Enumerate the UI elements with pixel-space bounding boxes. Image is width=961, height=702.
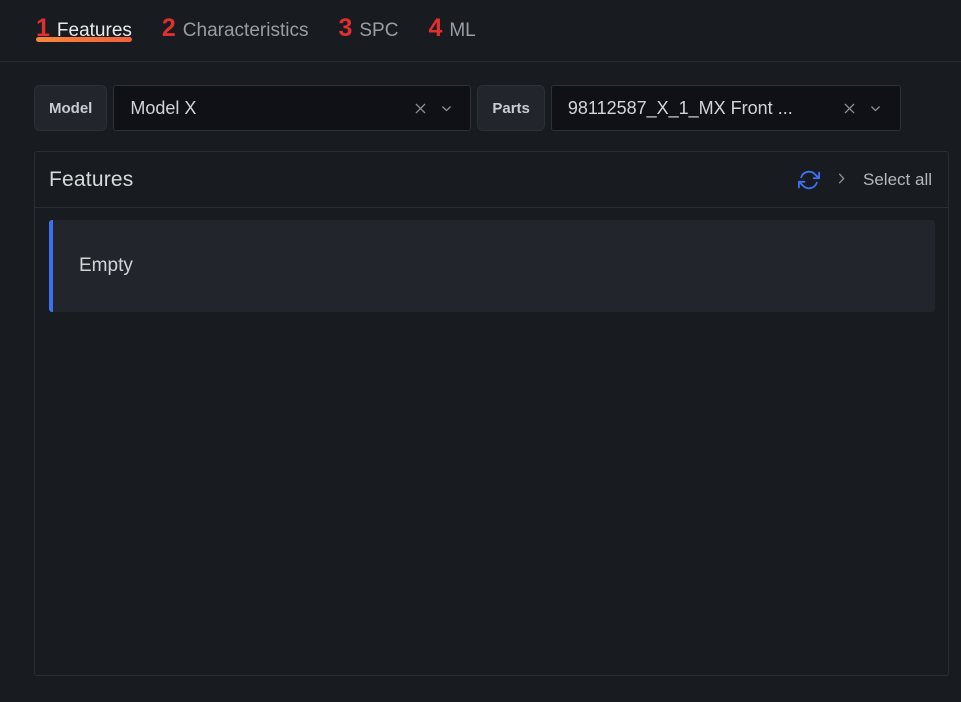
features-panel-header: Features Select all	[35, 152, 948, 208]
chevron-down-icon[interactable]	[434, 96, 458, 120]
model-select-value: Model X	[130, 97, 197, 118]
parts-selector-group: Parts 98112587_X_1_MX Front ...	[477, 85, 901, 131]
tab-number: 4	[428, 14, 443, 42]
filter-bar: Model Model X Parts 98112587_X_1_MX Fron…	[0, 62, 961, 131]
tab-label: Characteristics	[182, 20, 309, 41]
tab-number: 2	[161, 14, 176, 42]
list-item-label: Empty	[79, 255, 133, 276]
tab-features[interactable]: 1 Features	[34, 0, 146, 42]
chevron-right-icon[interactable]	[833, 171, 850, 189]
tab-label: SPC	[359, 20, 399, 41]
close-icon[interactable]	[408, 96, 432, 120]
refresh-icon[interactable]	[798, 169, 821, 191]
features-panel: Features Select all Empty	[34, 151, 949, 676]
chevron-down-icon[interactable]	[864, 96, 888, 120]
features-list: Empty	[35, 208, 948, 675]
model-selector-label: Model	[34, 85, 108, 131]
panel-title: Features	[49, 167, 134, 191]
parts-select-value: 98112587_X_1_MX Front ...	[567, 97, 793, 118]
parts-selector-label: Parts	[477, 85, 545, 131]
tab-number: 1	[36, 14, 50, 42]
parts-select[interactable]: 98112587_X_1_MX Front ...	[550, 85, 901, 131]
tab-label: Features	[56, 20, 132, 41]
model-select[interactable]: Model X	[113, 85, 472, 131]
close-icon[interactable]	[838, 96, 862, 120]
tab-number: 3	[338, 14, 353, 42]
tab-spc[interactable]: 3 SPC	[336, 0, 412, 41]
panel-actions: Select all	[798, 169, 932, 191]
tab-label: ML	[449, 20, 476, 41]
tab-bar: 1 Features 2 Characteristics 3 SPC 4 ML	[0, 0, 961, 62]
select-all-button[interactable]: Select all	[863, 170, 932, 190]
list-item[interactable]: Empty	[49, 220, 935, 312]
tab-characteristics[interactable]: 2 Characteristics	[160, 0, 323, 41]
tab-ml[interactable]: 4 ML	[426, 0, 489, 41]
model-selector-group: Model Model X	[34, 85, 472, 131]
